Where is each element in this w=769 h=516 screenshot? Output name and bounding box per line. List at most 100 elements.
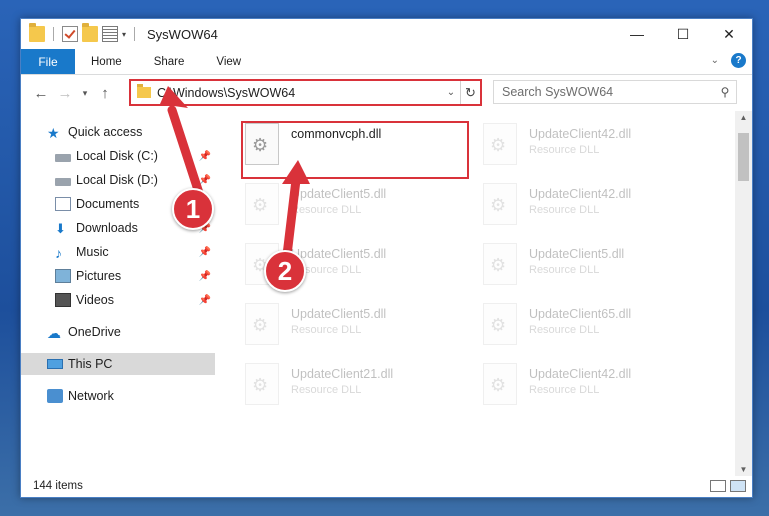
item-count: 144 items (33, 480, 83, 492)
sidebar-item-label: This PC (68, 357, 113, 371)
ribbon-right: ⌄ ? (711, 53, 746, 68)
sidebar-item-videos[interactable]: Videos 📌 (21, 289, 215, 311)
file-item[interactable]: UpdateClient42.dll Resource DLL (483, 363, 713, 413)
minimize-button[interactable]: — (614, 19, 660, 49)
tab-share[interactable]: Share (138, 49, 201, 74)
file-type: Resource DLL (529, 144, 600, 156)
file-name: UpdateClient42.dll (529, 187, 632, 201)
pin-icon[interactable]: 📌 (199, 151, 211, 162)
sidebar-item-label: OneDrive (68, 325, 121, 339)
window-controls: — ☐ ✕ (614, 19, 752, 49)
back-arrow-icon[interactable]: ← (29, 85, 53, 102)
search-icon[interactable]: ⚲ (714, 85, 736, 99)
file-item[interactable]: UpdateClient21.dll Resource DLL (245, 363, 475, 413)
address-path[interactable]: C:\Windows\SysWOW64 (157, 86, 442, 100)
status-bar: 144 items (21, 475, 752, 497)
ribbon-tabs: File Home Share View ⌄ ? (21, 49, 752, 75)
file-name: UpdateClient5.dll (529, 247, 625, 261)
download-icon: ⬇ (55, 221, 66, 236)
pin-icon[interactable]: 📌 (199, 295, 211, 306)
explorer-window: ▾ SysWOW64 — ☐ ✕ File Home Share View ⌄ … (20, 18, 753, 498)
sidebar-item-quick-access[interactable]: ★ Quick access (21, 121, 215, 143)
sidebar-item-network[interactable]: Network (21, 385, 215, 407)
vertical-scrollbar[interactable]: ▲ ▼ (735, 111, 752, 476)
step-marker-1: 1 (172, 188, 214, 230)
dll-file-icon (245, 183, 279, 225)
scroll-down-icon[interactable]: ▼ (735, 465, 752, 474)
scroll-up-icon[interactable]: ▲ (735, 113, 752, 122)
sidebar-item-label: Music (76, 245, 109, 259)
address-row: ← → ▾ ↑ C:\Windows\SysWOW64 ⌄ ↻ ⚲ (21, 75, 752, 111)
file-type: Resource DLL (529, 204, 600, 216)
divider (53, 27, 54, 41)
network-icon (47, 389, 63, 403)
file-name: UpdateClient65.dll (529, 307, 632, 321)
file-item[interactable]: UpdateClient42.dll Resource DLL (483, 183, 713, 233)
sidebar-item-local-disk-c[interactable]: Local Disk (C:) 📌 (21, 145, 215, 167)
pin-icon[interactable]: 📌 (199, 175, 211, 186)
customize-toolbar-icon[interactable]: ▾ (122, 30, 126, 39)
search-input[interactable] (502, 85, 714, 99)
computer-icon (47, 359, 63, 369)
sidebar-item-label: Downloads (76, 221, 138, 235)
file-type: Resource DLL (291, 384, 362, 396)
sidebar-item-local-disk-d[interactable]: Local Disk (D:) 📌 (21, 169, 215, 191)
tab-view[interactable]: View (200, 49, 257, 74)
music-icon: ♪ (55, 245, 62, 261)
refresh-icon[interactable]: ↻ (460, 81, 480, 104)
file-name: UpdateClient5.dll (291, 307, 387, 321)
title-bar: ▾ SysWOW64 — ☐ ✕ (21, 19, 752, 49)
dll-file-icon (483, 183, 517, 225)
new-folder-icon[interactable] (82, 23, 98, 42)
drive-icon (55, 177, 71, 186)
main-content: ★ Quick access Local Disk (C:) 📌 Local D… (21, 111, 752, 476)
file-list: commonvcph.dll UpdateClient42.dll Resour… (215, 111, 752, 476)
file-item[interactable]: UpdateClient5.dll Resource DLL (245, 183, 475, 233)
documents-icon (55, 197, 71, 211)
forward-arrow-icon[interactable]: → (53, 85, 77, 102)
quick-access-toolbar: ▾ (21, 19, 139, 49)
sidebar-item-label: Documents (76, 197, 140, 211)
dll-file-icon (483, 363, 517, 405)
dll-file-icon (483, 243, 517, 285)
folder-icon (137, 84, 151, 98)
sidebar-item-onedrive[interactable]: ☁ OneDrive (21, 321, 215, 343)
sidebar-item-this-pc[interactable]: This PC (21, 353, 215, 375)
file-item[interactable]: UpdateClient42.dll Resource DLL (483, 123, 713, 173)
pin-icon[interactable]: 📌 (199, 247, 211, 258)
recent-locations-chevron-icon[interactable]: ▾ (77, 88, 93, 99)
dll-file-icon (245, 303, 279, 345)
sidebar-item-music[interactable]: ♪ Music 📌 (21, 241, 215, 263)
videos-icon (55, 293, 71, 307)
tab-home[interactable]: Home (75, 49, 138, 74)
file-item[interactable]: UpdateClient5.dll Resource DLL (483, 243, 713, 293)
file-item[interactable]: UpdateClient5.dll Resource DLL (245, 303, 475, 353)
highlight-box-file (241, 121, 469, 179)
properties-icon[interactable] (102, 26, 118, 42)
chevron-down-icon[interactable]: ⌄ (711, 55, 719, 66)
dll-file-icon (483, 303, 517, 345)
file-name: UpdateClient42.dll (529, 127, 632, 141)
properties-check-icon[interactable] (62, 26, 78, 42)
chevron-down-icon[interactable]: ⌄ (442, 87, 460, 98)
sidebar-item-label: Local Disk (D:) (76, 173, 158, 187)
maximize-button[interactable]: ☐ (660, 19, 706, 49)
details-view-icon[interactable] (710, 480, 726, 492)
up-arrow-icon[interactable]: ↑ (93, 85, 117, 102)
tab-file[interactable]: File (21, 49, 75, 74)
sidebar-item-pictures[interactable]: Pictures 📌 (21, 265, 215, 287)
large-icons-view-icon[interactable] (730, 480, 746, 492)
pin-icon[interactable]: 📌 (199, 271, 211, 282)
address-bar[interactable]: C:\Windows\SysWOW64 ⌄ ↻ (129, 79, 482, 106)
search-box[interactable]: ⚲ (493, 80, 737, 104)
window-title: SysWOW64 (147, 26, 218, 42)
scroll-thumb[interactable] (738, 133, 749, 181)
help-icon[interactable]: ? (731, 53, 746, 68)
close-button[interactable]: ✕ (706, 19, 752, 49)
file-item[interactable]: UpdateClient65.dll Resource DLL (483, 303, 713, 353)
file-type: Resource DLL (529, 264, 600, 276)
folder-icon[interactable] (29, 23, 45, 42)
dll-file-icon (245, 363, 279, 405)
sidebar-item-label: Videos (76, 293, 114, 307)
file-name: UpdateClient5.dll (291, 187, 387, 201)
